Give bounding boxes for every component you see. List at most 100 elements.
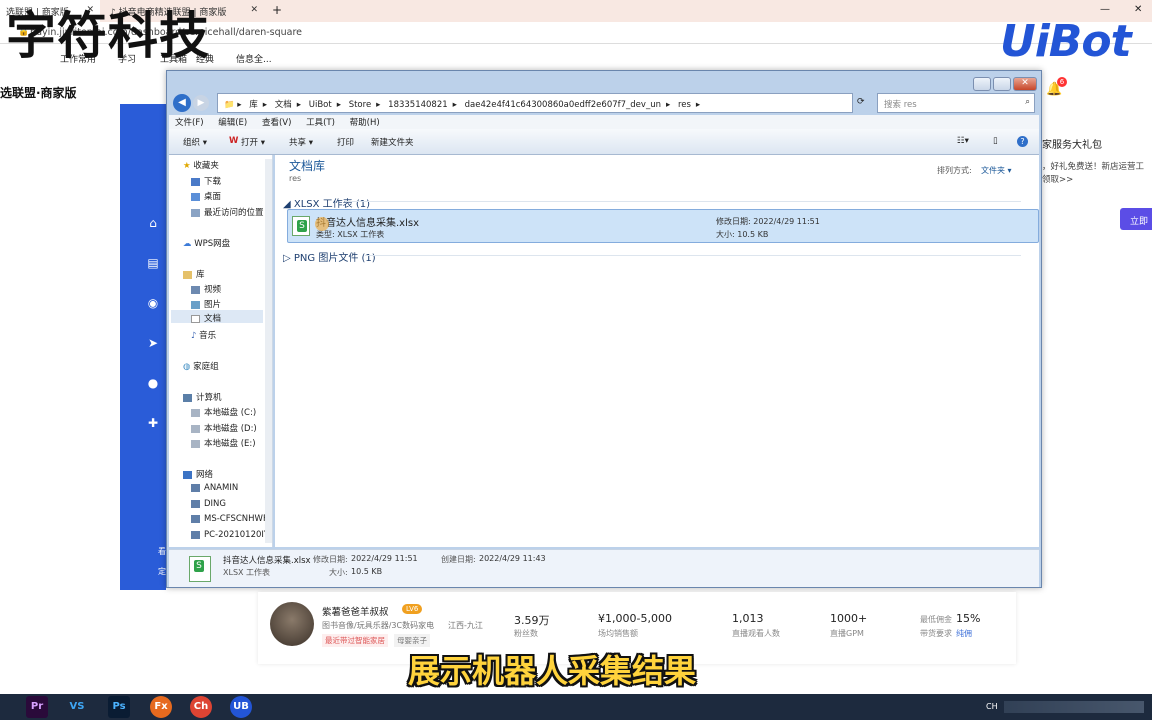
file-size: 大小: 10.5 KB xyxy=(716,230,769,239)
promo-title: 家服务大礼包 xyxy=(1042,140,1102,151)
organize-button[interactable]: 组织 ▾ xyxy=(183,136,207,148)
menu-tools[interactable]: 工具(T) xyxy=(306,115,335,128)
promo-panel: 家服务大礼包 ，好礼免费送！新店运营工 领取>> 立即 xyxy=(1042,104,1152,274)
search-input[interactable]: 搜索 res ⌕ xyxy=(877,93,1035,113)
nav-recent[interactable]: 最近访问的位置 xyxy=(191,206,264,218)
bookmark-5[interactable]: 信息全... xyxy=(236,52,272,65)
fans-label: 粉丝数 xyxy=(514,629,538,638)
share-button[interactable]: 共享 ▾ xyxy=(289,136,313,148)
nav-wps[interactable]: ☁ WPS网盘 xyxy=(183,237,230,249)
sort-dropdown[interactable]: 文件夹 ▾ xyxy=(981,165,1012,176)
crumb-item[interactable]: Store xyxy=(349,100,371,110)
open-button[interactable]: 打开 ▾ xyxy=(241,136,265,148)
back-button[interactable]: ◀ xyxy=(173,94,191,112)
crumb-item[interactable]: UiBot xyxy=(309,100,332,110)
promo-button[interactable]: 立即 xyxy=(1120,208,1152,230)
site-title: 选联盟·商家版 xyxy=(0,86,77,100)
details-name: 抖音达人信息采集.xlsx xyxy=(223,556,311,566)
user-icon[interactable]: ● xyxy=(146,376,160,390)
libraries-header[interactable]: 库 xyxy=(183,268,205,280)
new-folder-button[interactable]: 新建文件夹 xyxy=(371,136,414,148)
computer-header[interactable]: 计算机 xyxy=(183,391,222,403)
minimize-button[interactable]: — xyxy=(1100,4,1110,15)
crumb-item[interactable]: res xyxy=(678,100,691,110)
network-header[interactable]: 网络 xyxy=(183,468,213,480)
document-icon xyxy=(191,314,200,323)
avatar xyxy=(270,602,314,646)
file-row-selected[interactable]: 抖音达人信息采集.xlsx 类型: XLSX 工作表 修改日期: 2022/4/… xyxy=(287,209,1039,243)
drive-icon xyxy=(191,424,200,433)
help-icon[interactable]: ? xyxy=(1017,136,1028,147)
watermark: 字符科技 xyxy=(6,7,210,65)
breadcrumb[interactable]: 📁 ▸ 库 ▸ 文档 ▸ UiBot ▸ Store ▸ 18335140821 ▸ da… xyxy=(217,93,853,113)
network-icon xyxy=(183,470,192,479)
chrome-icon[interactable]: Ch xyxy=(190,696,212,718)
search-icon[interactable]: ⌕ xyxy=(1025,97,1030,107)
minimize-button[interactable] xyxy=(973,77,991,91)
pc-icon xyxy=(191,530,200,539)
nav-net-3[interactable]: MS-CFSCNHWF xyxy=(191,514,268,524)
nav-drive-d[interactable]: 本地磁盘 (D:) xyxy=(191,422,257,434)
download-folder-icon xyxy=(191,177,200,186)
nav-downloads[interactable]: 下载 xyxy=(191,175,221,187)
favorites-header[interactable]: ★ 收藏夹 xyxy=(183,159,219,171)
nav-net-2[interactable]: DING xyxy=(191,499,226,509)
details-pane: 抖音达人信息采集.xlsx XLSX 工作表 修改日期: 2022/4/29 1… xyxy=(169,549,1039,587)
nav-net-1[interactable]: ANAMIN xyxy=(191,483,238,493)
menu-view[interactable]: 查看(V) xyxy=(262,115,291,128)
group-xlsx[interactable]: ◢ XLSX 工作表 (1) xyxy=(283,195,370,210)
premiere-icon[interactable]: Pr xyxy=(26,696,48,718)
view-options-icon[interactable]: ☷▾ xyxy=(957,136,969,146)
close-window-button[interactable]: ✕ xyxy=(1134,4,1142,15)
system-tray[interactable] xyxy=(1004,701,1144,713)
search-placeholder: 搜索 res xyxy=(884,100,917,110)
requirement-label: 带货要求 xyxy=(920,629,952,638)
influencer-name[interactable]: 紫薯爸爸羊叔叔 xyxy=(322,604,389,618)
print-button[interactable]: 打印 xyxy=(337,136,354,148)
home-icon[interactable]: ⌂ xyxy=(146,216,160,230)
preview-pane-icon[interactable]: ▯ xyxy=(993,136,998,146)
nav-homegroup[interactable]: ◍ 家庭组 xyxy=(183,360,219,372)
menu-help[interactable]: 帮助(H) xyxy=(350,115,380,128)
nav-desktop[interactable]: 桌面 xyxy=(191,190,221,202)
crumb-item[interactable]: 18335140821 xyxy=(388,100,448,110)
nav-drive-c[interactable]: 本地磁盘 (C:) xyxy=(191,406,256,418)
promo-text: ，好礼免费送！新店运营工 xyxy=(1042,162,1145,172)
nav-pictures[interactable]: 图片 xyxy=(191,298,221,310)
details-size-label: 大小: xyxy=(329,568,348,577)
promo-link[interactable]: 领取>> xyxy=(1042,173,1073,185)
close-icon[interactable]: ✕ xyxy=(250,5,258,15)
commission-label: 最低佣金 xyxy=(920,615,952,624)
crumb-item[interactable]: 库 xyxy=(249,100,258,110)
ime-indicator[interactable]: CH xyxy=(986,702,998,711)
new-tab-button[interactable]: + xyxy=(272,3,282,17)
vscode-icon[interactable]: VS xyxy=(66,696,88,718)
chat-icon[interactable]: ◉ xyxy=(146,296,160,310)
menu-edit[interactable]: 编辑(E) xyxy=(218,115,247,128)
maximize-button[interactable] xyxy=(993,77,1011,91)
details-modified-label: 修改日期: xyxy=(313,555,348,564)
firefox-icon[interactable]: Fx xyxy=(150,696,172,718)
details-created: 2022/4/29 11:43 xyxy=(479,554,546,563)
nav-drive-e[interactable]: 本地磁盘 (E:) xyxy=(191,437,256,449)
sidebar-scrollbar[interactable] xyxy=(265,159,272,543)
crumb-item[interactable]: 文档 xyxy=(275,100,292,110)
nav-documents[interactable]: 文档 xyxy=(171,310,263,324)
uibot-icon[interactable]: UB xyxy=(230,696,252,718)
music-icon: ♪ xyxy=(191,331,200,341)
forward-button[interactable]: ▶ xyxy=(193,95,209,111)
menu-file[interactable]: 文件(F) xyxy=(175,115,204,128)
store-icon[interactable]: ▤ xyxy=(146,256,160,270)
close-button[interactable]: ✕ xyxy=(1013,77,1037,91)
refresh-icon[interactable]: ⟳ xyxy=(857,97,865,107)
nav-net-4[interactable]: PC-20210120IY( xyxy=(191,530,265,540)
crumb-item[interactable]: dae42e4f41c64300860a0edff2e607f7_dev_un xyxy=(465,100,661,110)
group-png[interactable]: ▷ PNG 图片文件 (1) xyxy=(283,249,376,264)
nav-music[interactable]: ♪ 音乐 xyxy=(191,329,216,341)
nav-videos[interactable]: 视频 xyxy=(191,283,221,295)
send-icon[interactable]: ➤ xyxy=(146,336,160,350)
puzzle-icon[interactable]: ✚ xyxy=(146,416,160,430)
viewers-label: 直播观看人数 xyxy=(732,629,780,638)
influencer-categories: 图书音像/玩具乐器/3C数码家电 xyxy=(322,621,435,630)
photoshop-icon[interactable]: Ps xyxy=(108,696,130,718)
